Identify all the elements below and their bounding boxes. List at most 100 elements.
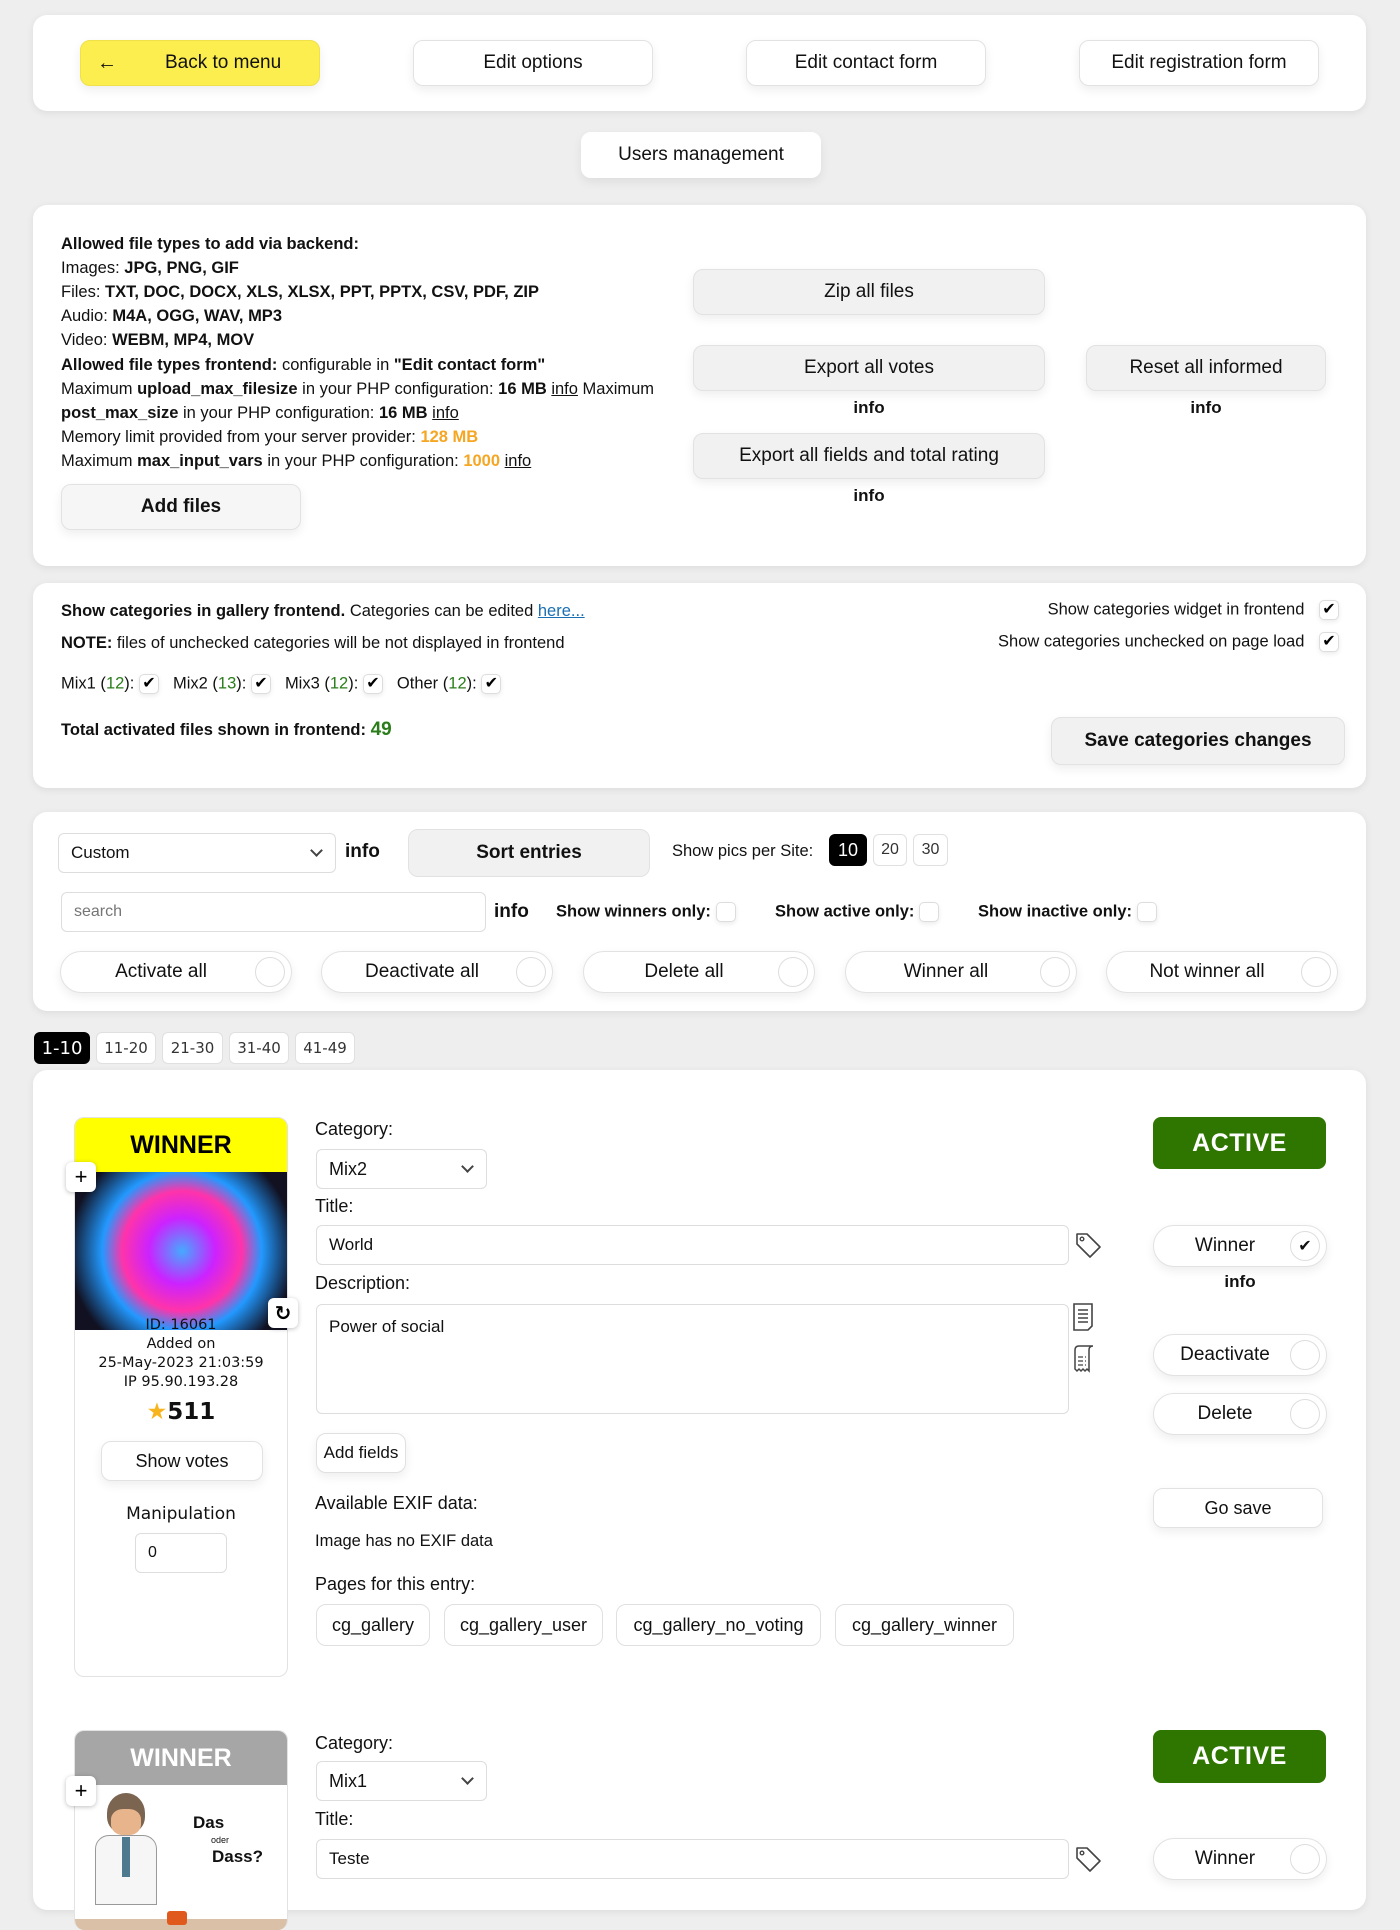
plus-icon[interactable]: + (66, 1162, 96, 1192)
entry-1-delete-toggle[interactable]: Delete (1153, 1393, 1327, 1435)
winners-only-checkbox[interactable] (715, 902, 736, 922)
entry-rating: ★511 (146, 1399, 216, 1425)
unchecked-checkbox[interactable]: ✔ (1319, 632, 1339, 652)
export-all-fields-button[interactable]: Export all fields and total rating (693, 433, 1045, 479)
entry-date: 25-May-2023 21:03:59 (98, 1355, 264, 1371)
entry-2-category-label: Category: (315, 1733, 394, 1753)
winner-banner: WINNER (75, 1118, 287, 1172)
reset-informed-info[interactable]: info (1086, 398, 1326, 418)
edit-categories-link[interactable]: here... (538, 602, 585, 620)
tag-icon[interactable] (1073, 1844, 1103, 1874)
search-info[interactable]: info (494, 901, 529, 923)
category-mix2-checkbox[interactable]: ✔ (250, 674, 271, 694)
entry-1-title-input[interactable]: World (316, 1225, 1069, 1265)
per-site-20[interactable]: 20 (873, 834, 907, 866)
sort-info[interactable]: info (345, 841, 380, 863)
entry-1-deactivate-toggle[interactable]: Deactivate (1153, 1334, 1327, 1376)
activate-all-toggle[interactable]: Activate all (60, 951, 292, 993)
manipulation-input[interactable]: 0 (135, 1533, 227, 1573)
page-cg-gallery-user[interactable]: cg_gallery_user (444, 1604, 603, 1646)
back-to-menu-button[interactable]: ← Back to menu (80, 40, 320, 86)
entry-1-category-label: Category: (315, 1119, 394, 1139)
page-1-10[interactable]: 1-10 (34, 1032, 90, 1064)
deactivate-all-toggle[interactable]: Deactivate all (321, 951, 553, 993)
winners-only-filter: Show winners only: (556, 902, 736, 922)
export-votes-info[interactable]: info (693, 398, 1045, 418)
entry-1-go-save-button[interactable]: Go save (1153, 1488, 1323, 1528)
plus-icon[interactable]: + (66, 1776, 96, 1806)
category-mix1-checkbox[interactable]: ✔ (138, 674, 159, 694)
inactive-only-checkbox[interactable] (1136, 902, 1157, 922)
toggle-circle-icon (516, 957, 546, 987)
show-votes-button[interactable]: Show votes (101, 1441, 263, 1481)
back-to-menu-label: Back to menu (165, 52, 282, 73)
edit-options-button[interactable]: Edit options (413, 40, 653, 86)
active-only-filter: Show active only: (775, 902, 939, 922)
rotate-icon[interactable]: ↻ (268, 1298, 298, 1328)
export-all-votes-button[interactable]: Export all votes (693, 345, 1045, 391)
entry-added-on: Added on (146, 1336, 216, 1352)
category-mix3-checkbox[interactable]: ✔ (362, 674, 383, 694)
page-41-49[interactable]: 41-49 (295, 1032, 355, 1064)
users-management-button[interactable]: Users management (581, 132, 821, 178)
category-mix3: Mix3 (12): ✔ (285, 674, 383, 694)
entry-1-preview: WINNER ID: 16061 Added on 25-May-2023 21… (74, 1117, 288, 1677)
manipulation-label: Manipulation (126, 1504, 236, 1524)
page-31-40[interactable]: 31-40 (229, 1032, 289, 1064)
entry-2-category-select[interactable]: Mix1 (316, 1761, 487, 1801)
entry-1-winner-info[interactable]: info (1153, 1272, 1327, 1292)
category-mix1: Mix1 (12): ✔ (61, 674, 159, 694)
entry-2-status-badge[interactable]: ACTIVE (1153, 1730, 1326, 1783)
not-winner-all-toggle[interactable]: Not winner all (1106, 951, 1338, 993)
page-21-30[interactable]: 21-30 (162, 1032, 223, 1064)
post-info-link[interactable]: info (432, 404, 459, 422)
export-fields-info[interactable]: info (693, 486, 1045, 506)
entry-1-description-textarea[interactable]: Power of social (316, 1304, 1069, 1414)
add-files-button[interactable]: Add files (61, 484, 301, 530)
max-input-vars: Maximum max_input_vars in your PHP confi… (61, 452, 532, 470)
category-mix2: Mix2 (13): ✔ (173, 674, 271, 694)
entry-ip: IP 95.90.193.28 (123, 1374, 239, 1390)
categories-note: NOTE: files of unchecked categories will… (61, 634, 565, 652)
upload-max-filesize: Maximum upload_max_filesize in your PHP … (61, 380, 655, 398)
memory-limit: Memory limit provided from your server p… (61, 428, 479, 446)
save-categories-button[interactable]: Save categories changes (1051, 717, 1345, 765)
search-input[interactable] (61, 892, 486, 932)
unchecked-option: Show categories unchecked on page load ✔ (998, 632, 1339, 652)
edit-contact-form-button[interactable]: Edit contact form (746, 40, 986, 86)
sort-select[interactable]: Custom (58, 833, 336, 873)
page-11-20[interactable]: 11-20 (96, 1032, 156, 1064)
entry-image[interactable]: Das oder Dass? (75, 1785, 287, 1930)
sort-entries-button[interactable]: Sort entries (408, 829, 650, 877)
input-info-link[interactable]: info (505, 452, 532, 470)
page-cg-gallery[interactable]: cg_gallery (316, 1604, 430, 1646)
images-types: Images: JPG, PNG, GIF (61, 259, 239, 277)
reset-all-informed-button[interactable]: Reset all informed (1086, 345, 1326, 391)
receipt-icon[interactable] (1071, 1344, 1097, 1374)
category-other-checkbox[interactable]: ✔ (481, 674, 502, 694)
active-only-checkbox[interactable] (918, 902, 939, 922)
page-cg-gallery-winner[interactable]: cg_gallery_winner (835, 1604, 1014, 1646)
page-cg-gallery-no-voting[interactable]: cg_gallery_no_voting (616, 1604, 821, 1646)
upload-info-link[interactable]: info (551, 380, 578, 398)
entry-2-winner-toggle[interactable]: Winner (1153, 1838, 1327, 1880)
toggle-circle-icon (1040, 957, 1070, 987)
add-fields-button[interactable]: Add fields (316, 1433, 406, 1473)
entry-image[interactable] (75, 1172, 287, 1330)
entry-1-category-select[interactable]: Mix2 (316, 1149, 487, 1189)
toggle-circle-icon (255, 957, 285, 987)
per-site-30[interactable]: 30 (913, 834, 948, 866)
document-icon[interactable] (1071, 1302, 1097, 1332)
widget-checkbox[interactable]: ✔ (1319, 600, 1339, 620)
per-site-10[interactable]: 10 (829, 834, 867, 866)
frontend-types: Allowed file types frontend: configurabl… (61, 356, 546, 374)
image-text-dass: Dass? (212, 1847, 264, 1866)
winner-all-toggle[interactable]: Winner all (845, 951, 1077, 993)
tag-icon[interactable] (1073, 1230, 1103, 1260)
delete-all-toggle[interactable]: Delete all (583, 951, 815, 993)
entry-2-title-input[interactable]: Teste (316, 1839, 1069, 1879)
entry-1-winner-toggle[interactable]: Winner ✔ (1153, 1225, 1327, 1267)
zip-all-files-button[interactable]: Zip all files (693, 269, 1045, 315)
entry-1-status-badge[interactable]: ACTIVE (1153, 1117, 1326, 1169)
edit-registration-form-button[interactable]: Edit registration form (1079, 40, 1319, 86)
